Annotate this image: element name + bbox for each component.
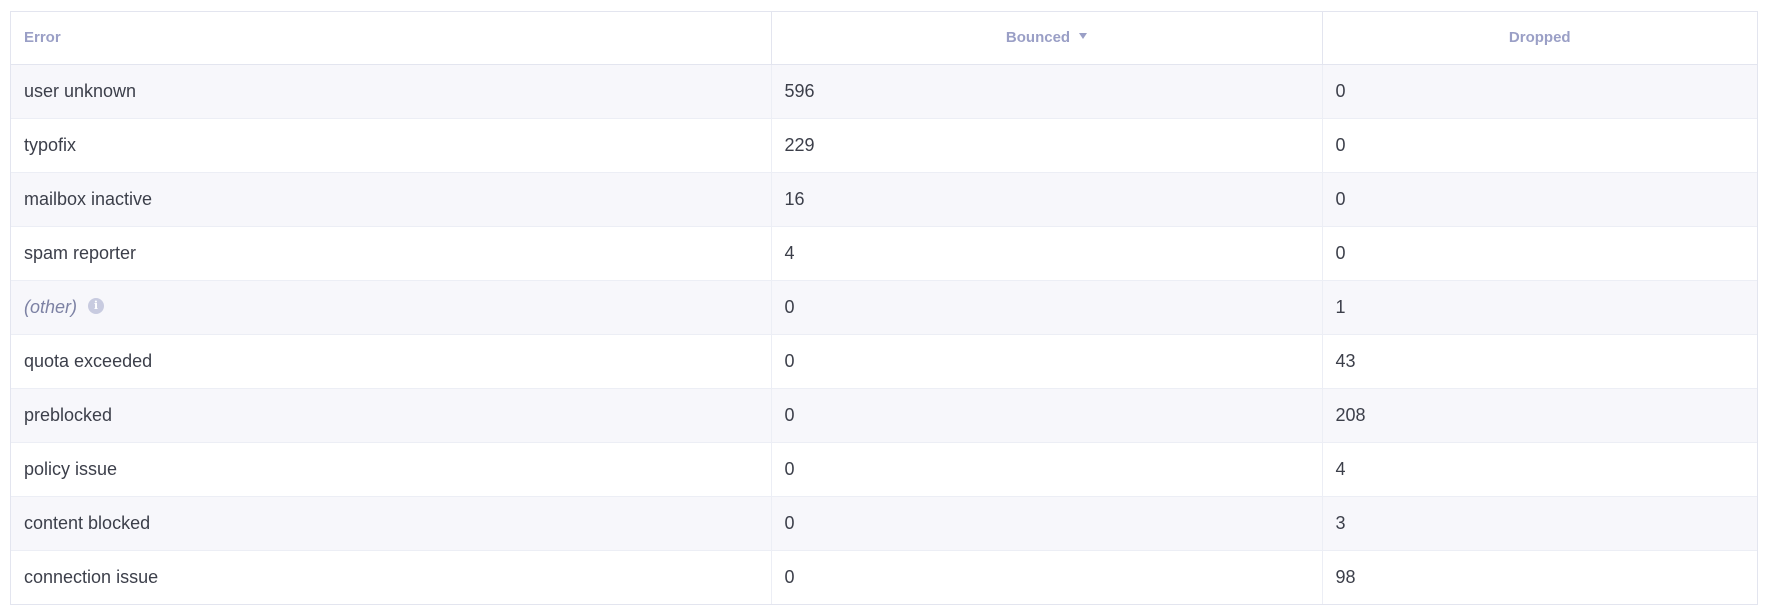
column-header-dropped-label: Dropped xyxy=(1508,29,1571,47)
info-icon[interactable]: i xyxy=(88,297,105,314)
cell-error: mailbox inactive xyxy=(11,171,771,226)
cell-bounced: 0 xyxy=(770,387,1322,442)
cell-bounced: 0 xyxy=(770,333,1322,388)
cell-bounced: 16 xyxy=(770,171,1322,226)
cell-bounced: 229 xyxy=(770,117,1322,172)
cell-error: quota exceeded xyxy=(11,333,771,388)
cell-bounced: 0 xyxy=(770,279,1322,334)
cell-error: (other) i xyxy=(11,279,771,334)
error-stats-table: Error Bounced Dropped user unknown 596 0… xyxy=(10,11,1758,605)
table-row: preblocked 0 208 xyxy=(11,387,1757,442)
cell-dropped: 1 xyxy=(1321,279,1757,334)
cell-error: connection issue xyxy=(11,549,771,604)
cell-error-other-label: (other) xyxy=(24,296,78,317)
column-header-error[interactable]: Error xyxy=(11,12,771,65)
cell-dropped: 98 xyxy=(1321,549,1757,604)
table-row: (other) i 0 1 xyxy=(11,279,1757,334)
cell-error: typofix xyxy=(11,117,771,172)
cell-dropped: 0 xyxy=(1321,117,1757,172)
column-header-error-label: Error xyxy=(24,29,61,47)
cell-error: policy issue xyxy=(11,441,771,496)
cell-bounced: 0 xyxy=(770,495,1322,550)
table-row: user unknown 596 0 xyxy=(11,64,1757,118)
cell-error: spam reporter xyxy=(11,225,771,280)
table-row: content blocked 0 3 xyxy=(11,495,1757,550)
cell-error: preblocked xyxy=(11,387,771,442)
table-header-row: Error Bounced Dropped xyxy=(11,12,1757,65)
cell-bounced: 596 xyxy=(770,64,1322,118)
table-row: connection issue 0 98 xyxy=(11,549,1757,604)
cell-bounced: 0 xyxy=(770,441,1322,496)
caret-down-icon[interactable] xyxy=(1079,33,1088,40)
cell-dropped: 43 xyxy=(1321,333,1757,388)
cell-bounced: 4 xyxy=(770,225,1322,280)
table-row: spam reporter 4 0 xyxy=(11,225,1757,280)
table-row: mailbox inactive 16 0 xyxy=(11,171,1757,226)
table-row: quota exceeded 0 43 xyxy=(11,333,1757,388)
cell-dropped: 208 xyxy=(1321,387,1757,442)
cell-error: content blocked xyxy=(11,495,771,550)
table-row: policy issue 0 4 xyxy=(11,441,1757,496)
table-row: typofix 229 0 xyxy=(11,117,1757,172)
column-header-dropped[interactable]: Dropped xyxy=(1321,12,1757,65)
cell-dropped: 0 xyxy=(1321,171,1757,226)
cell-dropped: 0 xyxy=(1321,225,1757,280)
cell-error: user unknown xyxy=(11,64,771,118)
cell-dropped: 4 xyxy=(1321,441,1757,496)
column-header-bounced[interactable]: Bounced xyxy=(770,12,1322,65)
cell-dropped: 0 xyxy=(1321,64,1757,118)
cell-dropped: 3 xyxy=(1321,495,1757,550)
column-header-bounced-label: Bounced xyxy=(1005,29,1071,47)
cell-bounced: 0 xyxy=(770,549,1322,604)
